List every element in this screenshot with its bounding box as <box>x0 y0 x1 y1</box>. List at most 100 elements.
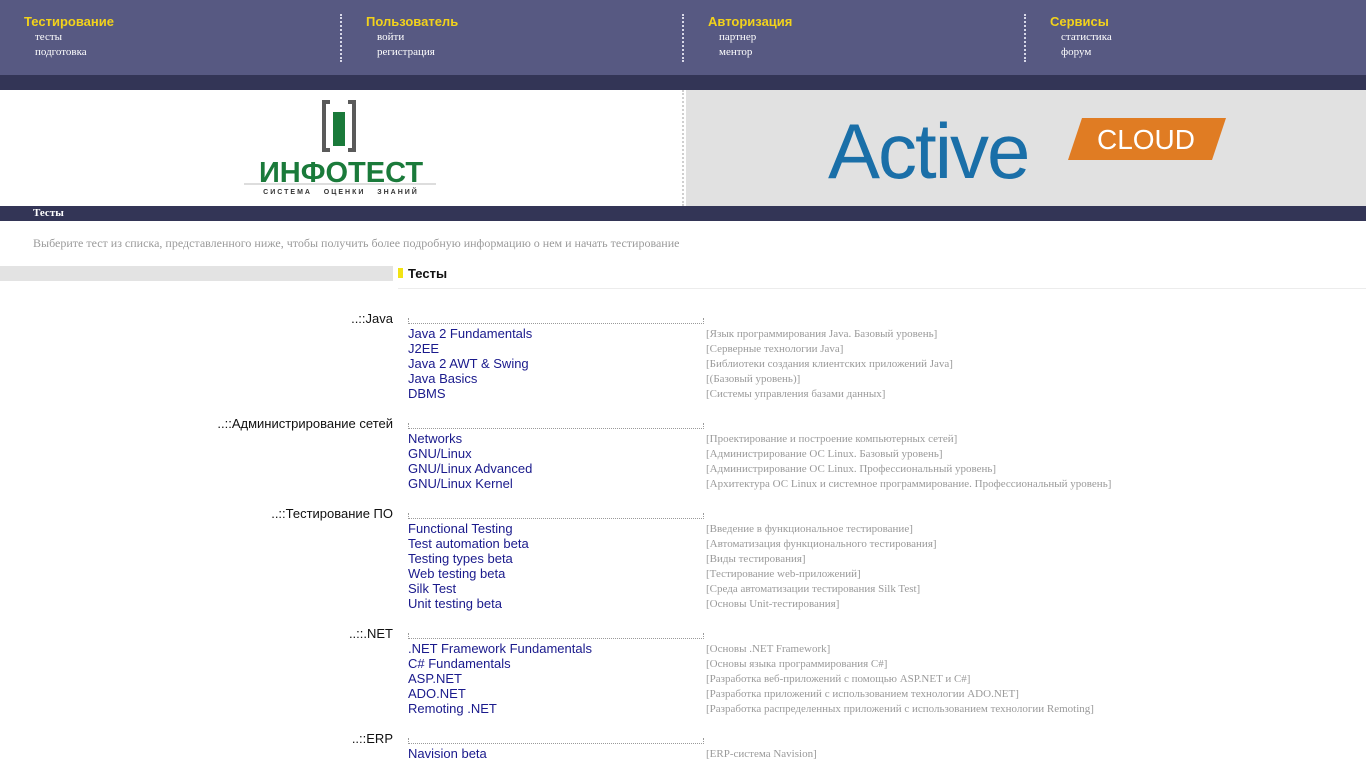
test-row: Web testing beta [Тестирование web-прилож… <box>0 566 1366 581</box>
test-row: Navision beta [ERP-система Navision] <box>0 746 1366 761</box>
test-link[interactable]: Unit testing beta <box>408 596 502 611</box>
test-category: ..::ERPNavision beta [ERP-система Navisio… <box>0 730 1366 768</box>
test-link[interactable]: GNU/Linux <box>408 446 472 461</box>
test-row: DBMS [Системы управления базами данных] <box>0 386 1366 401</box>
nav-title-user[interactable]: Пользователь <box>366 14 682 30</box>
nav-title-auth[interactable]: Авторизация <box>708 14 1024 30</box>
section-bar: Тесты <box>0 206 1366 221</box>
test-row: GNU/Linux [Администрирование ОС Linux. Ба… <box>0 446 1366 461</box>
test-link[interactable]: ADO.NET <box>408 686 466 701</box>
nav-link-forum[interactable]: форум <box>1050 45 1366 60</box>
test-list: .NET Framework Fundamentals [Основы .NET … <box>0 641 1366 716</box>
test-link[interactable]: ASP.NET <box>408 671 462 686</box>
test-description: [Разработка веб-приложений с помощью ASP… <box>706 673 971 685</box>
test-description: [(Базовый уровень)] <box>706 373 801 385</box>
test-row: GNU/Linux Kernel [Архитектура ОС Linux и … <box>0 476 1366 491</box>
nav-group-user: Пользователь войти регистрация <box>340 14 682 62</box>
intro-text: Выберите тест из списка, представленного… <box>33 236 680 250</box>
nav-link-partner[interactable]: партнер <box>708 30 1024 45</box>
test-row: J2EE [Серверные технологии Java] <box>0 341 1366 356</box>
test-description: [Основы Unit-тестирования] <box>706 598 840 610</box>
test-link[interactable]: Web testing beta <box>408 566 505 581</box>
test-list: Navision beta [ERP-система Navision] <box>0 746 1366 761</box>
category-divider <box>408 633 704 639</box>
test-description: [Архитектура ОС Linux и системное програ… <box>706 478 1112 490</box>
category-name: ..::Тестирование ПО <box>271 506 393 521</box>
category-name: ..::ERP <box>351 731 393 746</box>
active-cloud-logo[interactable]: Active CLOUD <box>824 108 1234 188</box>
test-link[interactable]: GNU/Linux Kernel <box>408 476 513 491</box>
test-link[interactable]: Testing types beta <box>408 551 513 566</box>
banner-left: ИНФОТЕСТ СИСТЕМА ОЦЕНКИ ЗНАНИЙ <box>0 90 684 206</box>
test-description: [Тестирование web-приложений] <box>706 568 861 580</box>
category-name: ..::Администрирование сетей <box>217 416 393 431</box>
test-description: [Введение в функциональное тестирование] <box>706 523 913 535</box>
category-divider <box>408 513 704 519</box>
category-divider <box>408 738 704 744</box>
active-logo-text: Active <box>828 108 1028 188</box>
header-marker-icon <box>398 268 403 278</box>
test-link[interactable]: DBMS <box>408 386 446 401</box>
nav-link-statistics[interactable]: статистика <box>1050 30 1366 45</box>
test-link[interactable]: Java 2 AWT & Swing <box>408 356 529 371</box>
test-link[interactable]: Java 2 Fundamentals <box>408 326 532 341</box>
test-row: Test automation beta [Автоматизация функц… <box>0 536 1366 551</box>
test-category: ..::Тестирование ПОFunctional Testing [Вв… <box>0 505 1366 625</box>
nav-title-services[interactable]: Сервисы <box>1050 14 1366 30</box>
test-row: Testing types beta [Виды тестирования] <box>0 551 1366 566</box>
test-link[interactable]: Java Basics <box>408 371 477 386</box>
test-description: [Серверные технологии Java] <box>706 343 844 355</box>
category-name: ..::Java <box>351 311 393 326</box>
nav-group-auth: Авторизация партнер ментор <box>682 14 1024 62</box>
test-row: Remoting .NET [Разработка распределенных … <box>0 701 1366 716</box>
category-name: ..::.NET <box>348 626 393 641</box>
test-category: ..::Администрирование сетейNetworks [Прое… <box>0 415 1366 505</box>
test-row: Silk Test [Среда автоматизации тестирован… <box>0 581 1366 596</box>
test-description: [Среда автоматизации тестирования Silk T… <box>706 583 921 595</box>
nav-link-register[interactable]: регистрация <box>366 45 682 60</box>
nav-link-mentor[interactable]: ментор <box>708 45 1024 60</box>
active-logo-badge: CLOUD <box>1097 124 1195 155</box>
nav-link-preparation[interactable]: подготовка <box>24 45 342 60</box>
test-row: .NET Framework Fundamentals [Основы .NET … <box>0 641 1366 656</box>
left-sidebar-strip <box>0 266 393 281</box>
test-row: Networks [Проектирование и построение ком… <box>0 431 1366 446</box>
test-link[interactable]: Navision beta <box>408 746 487 761</box>
test-description: [Проектирование и построение компьютерны… <box>706 433 958 445</box>
test-list: Functional Testing [Введение в функционал… <box>0 521 1366 611</box>
nav-group-testing: Тестирование тесты подготовка <box>0 14 342 62</box>
test-link[interactable]: Networks <box>408 431 462 446</box>
nav-title-testing[interactable]: Тестирование <box>24 14 342 30</box>
test-link[interactable]: C# Fundamentals <box>408 656 511 671</box>
test-list: Networks [Проектирование и построение ком… <box>0 431 1366 491</box>
test-categories: ..::JavaJava 2 Fundamentals [Язык програм… <box>0 310 1366 768</box>
test-category: ..::.NET.NET Framework Fundamentals [Осно… <box>0 625 1366 730</box>
nav-link-login[interactable]: войти <box>366 30 682 45</box>
test-description: [Язык программирования Java. Базовый уро… <box>706 328 938 340</box>
test-description: [Системы управления базами данных] <box>706 388 886 400</box>
test-description: [Виды тестирования] <box>706 553 806 565</box>
test-link[interactable]: .NET Framework Fundamentals <box>408 641 592 656</box>
test-row: ADO.NET [Разработка приложений с использо… <box>0 686 1366 701</box>
test-row: Functional Testing [Введение в функционал… <box>0 521 1366 536</box>
test-description: [Библиотеки создания клиентских приложен… <box>706 358 953 370</box>
test-category: ..::JavaJava 2 Fundamentals [Язык програм… <box>0 310 1366 415</box>
test-description: [Автоматизация функционального тестирова… <box>706 538 937 550</box>
infotest-logo-subtitle: СИСТЕМА ОЦЕНКИ ЗНАНИЙ <box>263 187 419 196</box>
banner-right: Active CLOUD <box>686 90 1366 206</box>
infotest-logo[interactable]: ИНФОТЕСТ СИСТЕМА ОЦЕНКИ ЗНАНИЙ <box>226 98 456 198</box>
top-navigation: Тестирование тесты подготовка Пользовате… <box>0 0 1366 75</box>
test-link[interactable]: Functional Testing <box>408 521 513 536</box>
test-link[interactable]: GNU/Linux Advanced <box>408 461 532 476</box>
test-row: Java Basics [(Базовый уровень)] <box>0 371 1366 386</box>
test-list: Java 2 Fundamentals [Язык программировани… <box>0 326 1366 401</box>
test-link[interactable]: Remoting .NET <box>408 701 497 716</box>
test-link[interactable]: J2EE <box>408 341 439 356</box>
test-row: Java 2 Fundamentals [Язык программировани… <box>0 326 1366 341</box>
banner: ИНФОТЕСТ СИСТЕМА ОЦЕНКИ ЗНАНИЙ Active CL… <box>0 90 1366 206</box>
nav-link-tests[interactable]: тесты <box>24 30 342 45</box>
test-link[interactable]: Silk Test <box>408 581 456 596</box>
test-description: [ERP-система Navision] <box>706 748 817 760</box>
test-description: [Основы .NET Framework] <box>706 643 831 655</box>
test-link[interactable]: Test automation beta <box>408 536 529 551</box>
